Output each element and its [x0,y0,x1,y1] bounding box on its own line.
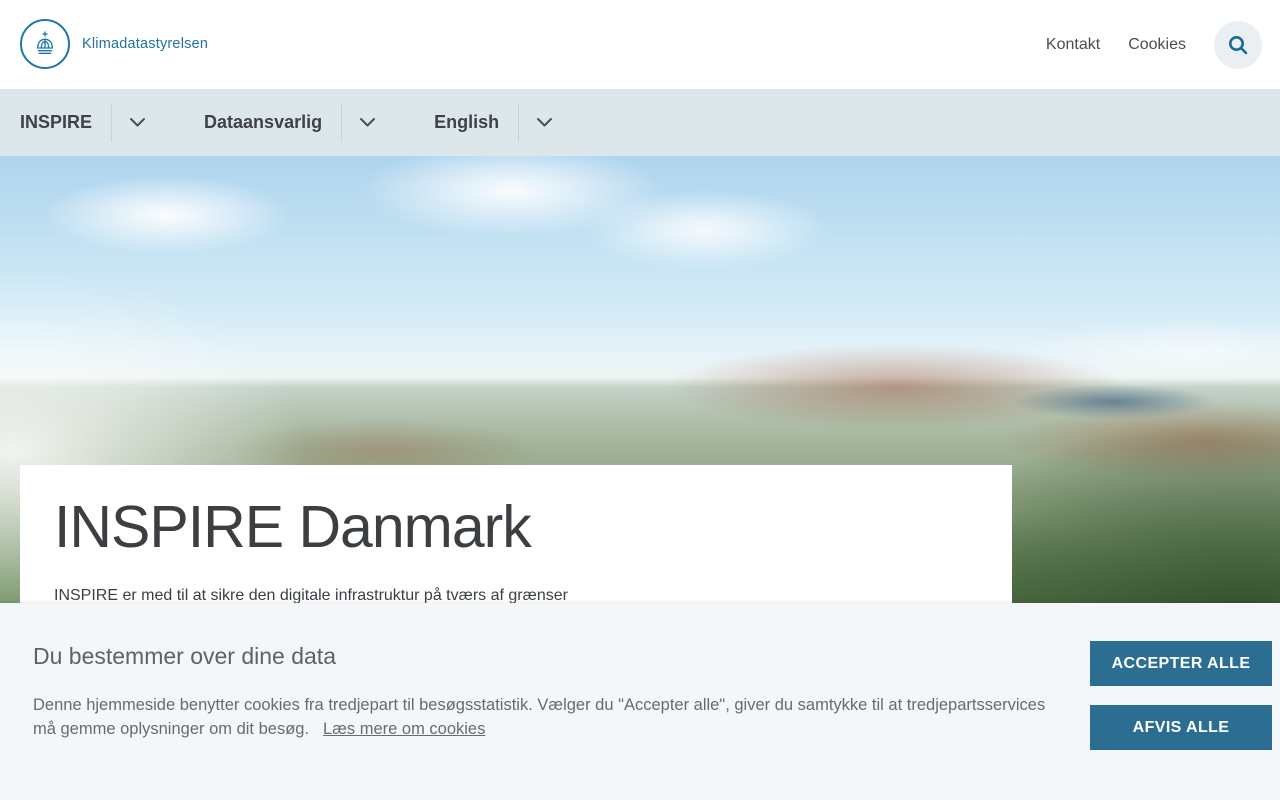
crown-logo-icon [20,19,70,69]
cookies-link[interactable]: Cookies [1128,36,1186,54]
cookie-description-text: Denne hjemmeside benytter cookies fra tr… [33,696,1046,738]
chevron-down-icon [360,118,376,127]
cookie-buttons: ACCEPTER ALLE AFVIS ALLE [1090,641,1272,750]
cookie-description: Denne hjemmeside benytter cookies fra tr… [33,693,1058,741]
cookie-heading: Du bestemmer over dine data [33,643,336,669]
kontakt-link[interactable]: Kontakt [1046,36,1100,54]
nav-link-inspire[interactable]: INSPIRE [20,112,92,133]
page-title: INSPIRE Danmark [54,494,532,560]
chevron-down-icon [130,118,146,127]
cookie-more-link[interactable]: Læs mere om cookies [323,720,485,738]
brand-name: Klimadatastyrelsen [82,36,209,52]
nav-item-dataansvarlig: Dataansvarlig [204,103,380,142]
main-nav: INSPIRE Dataansvarlig English [0,89,1280,156]
search-icon [1229,35,1248,54]
chevron-down-icon [537,118,553,127]
dataansvarlig-dropdown-toggle[interactable] [355,113,380,132]
brand-logo[interactable]: Klimadatastyrelsen [20,19,208,69]
inspire-dropdown-toggle[interactable] [125,113,150,132]
site-header: Klimadatastyrelsen Kontakt Cookies [0,0,1280,89]
search-button[interactable] [1214,20,1262,69]
nav-divider [111,103,113,142]
hero-section: INSPIRE Danmark INSPIRE er med til at si… [0,156,1280,648]
nav-link-english[interactable]: English [434,112,499,133]
nav-divider [341,103,343,142]
page: Klimadatastyrelsen Kontakt Cookies INSPI… [0,0,1280,800]
nav-item-inspire: INSPIRE [20,103,150,142]
header-links: Kontakt Cookies [1046,0,1262,89]
english-dropdown-toggle[interactable] [532,113,557,132]
nav-divider [518,103,520,142]
cookie-banner: Du bestemmer over dine data Denne hjemme… [0,603,1280,800]
accept-all-button[interactable]: ACCEPTER ALLE [1090,641,1272,686]
nav-link-dataansvarlig[interactable]: Dataansvarlig [204,112,322,133]
reject-all-button[interactable]: AFVIS ALLE [1090,705,1272,750]
nav-item-english: English [434,103,557,142]
